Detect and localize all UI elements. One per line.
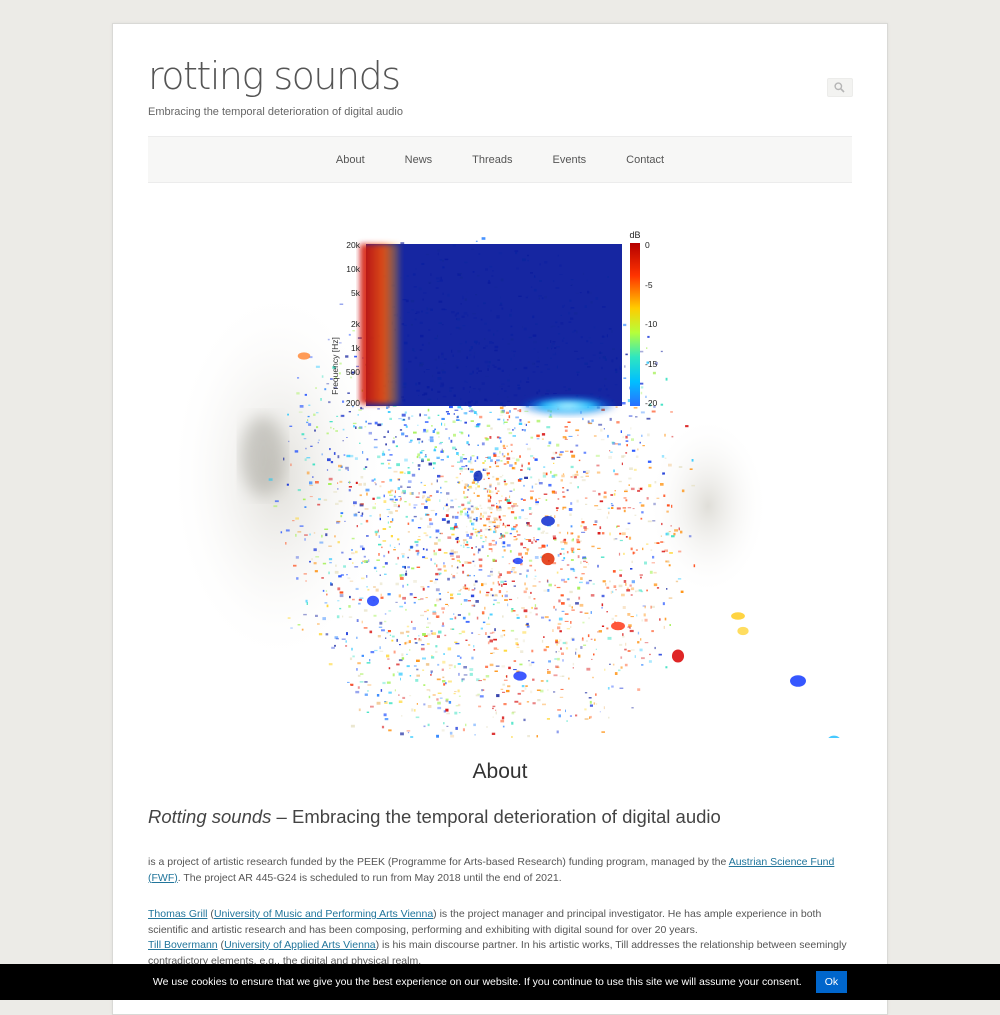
- colorbar-unit: dB: [629, 230, 640, 240]
- colorbar-tick: -15: [645, 359, 658, 369]
- page-container: rotting sounds Embracing the temporal de…: [112, 23, 888, 1015]
- colorbar-tick: -5: [645, 280, 653, 290]
- thomas-paragraph: Thomas Grill (University of Music and Pe…: [148, 907, 852, 969]
- till-bovermann-link[interactable]: Till Bovermann: [148, 939, 218, 951]
- search-box[interactable]: [827, 78, 853, 97]
- nav-item-contact[interactable]: Contact: [606, 154, 684, 166]
- spectrogram-artwork: dB 0 -5 -10 -15 -20 20k 10k 5k 2k 1k 500…: [168, 230, 840, 738]
- page-heading: About: [472, 760, 528, 783]
- site-tagline: Embracing the temporal deterioration of …: [148, 106, 403, 118]
- cookie-ok-button[interactable]: Ok: [815, 971, 848, 993]
- site-title[interactable]: rotting sounds: [148, 54, 401, 98]
- colorbar-tick: -20: [645, 398, 658, 408]
- colorbar-tick: -10: [645, 319, 658, 329]
- main-nav: About News Threads Events Contact: [148, 136, 852, 183]
- p1-end: . The project AR 445-G24 is scheduled to…: [177, 871, 562, 884]
- nav-item-events[interactable]: Events: [533, 154, 607, 166]
- nav-item-about[interactable]: About: [316, 154, 385, 166]
- thomas-grill-link[interactable]: Thomas Grill: [148, 908, 208, 920]
- cookie-message: We use cookies to ensure that we give yo…: [152, 976, 802, 988]
- p1-text: is a project of artistic research funded…: [148, 856, 729, 868]
- subheading-project-name: Rotting sounds: [148, 806, 272, 827]
- mdw-link[interactable]: University of Music and Performing Arts …: [214, 908, 433, 920]
- freq-tick: 10k: [346, 264, 360, 274]
- subheading-rest: – Embracing the temporal deterioration o…: [271, 806, 721, 827]
- nav-item-threads[interactable]: Threads: [452, 154, 532, 166]
- colorbar-tick: 0: [645, 240, 650, 250]
- freq-tick: 200: [346, 398, 360, 408]
- freq-tick: 1k: [351, 343, 361, 353]
- colorbar: [630, 243, 640, 406]
- nav-item-news[interactable]: News: [385, 154, 453, 166]
- intro-subheading: Rotting sounds – Embracing the temporal …: [148, 806, 852, 828]
- freq-tick: 500: [346, 367, 360, 377]
- intro-paragraph: is a project of artistic research funded…: [148, 855, 852, 886]
- spectrogram-plot-area: [366, 244, 622, 406]
- freq-tick: 2k: [351, 319, 361, 329]
- frequency-axis-label: Frequency [Hz]: [330, 337, 340, 395]
- freq-tick: 20k: [346, 240, 360, 250]
- cookie-notice-bar: We use cookies to ensure that we give yo…: [0, 964, 1000, 1000]
- freq-tick: 5k: [351, 288, 361, 298]
- hero-image: dB 0 -5 -10 -15 -20 20k 10k 5k 2k 1k 500…: [148, 206, 852, 738]
- colorbar-tick-labels: 0 -5 -10 -15 -20: [645, 240, 658, 408]
- angewandte-link[interactable]: University of Applied Arts Vienna: [224, 939, 376, 951]
- search-icon: [834, 82, 845, 93]
